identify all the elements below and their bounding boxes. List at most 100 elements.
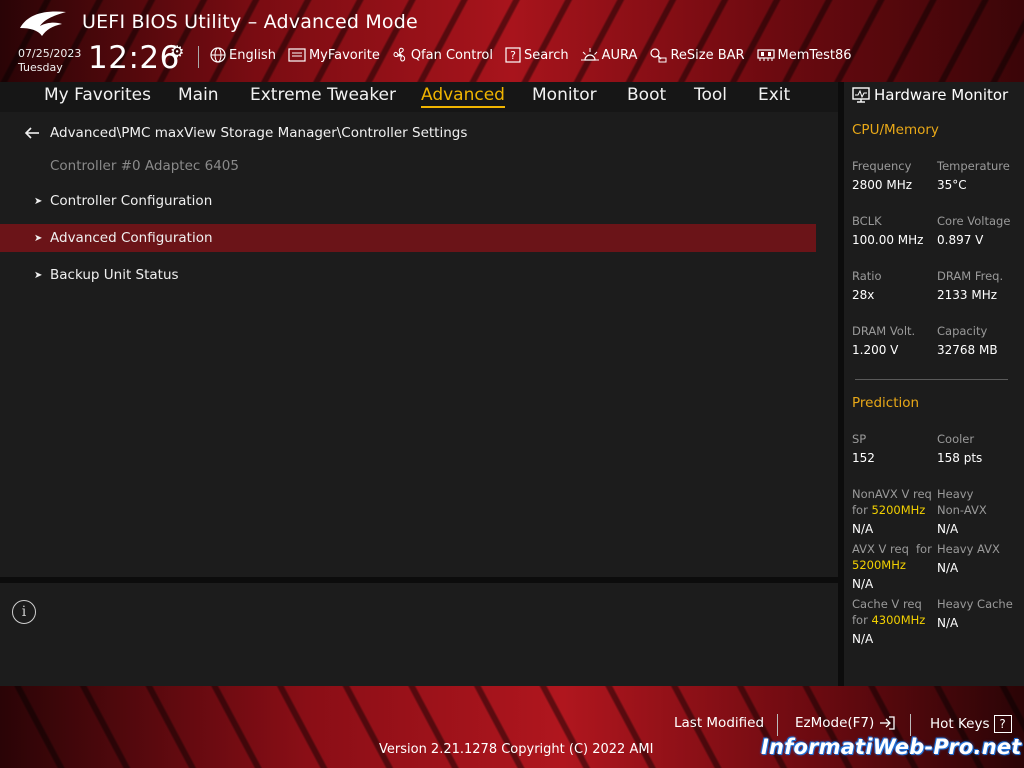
temperature-value: 35°C (937, 178, 967, 192)
dram-freq-value: 2133 MHz (937, 288, 998, 302)
heavy-nonavx-value: N/A (937, 522, 959, 536)
nonavx-label-a: NonAVX V req (852, 487, 932, 501)
heavy-nonavx-label-a: Heavy (937, 487, 974, 501)
fan-icon (393, 47, 405, 62)
exit-to-ezmode-icon (880, 716, 895, 730)
nonavx-value: N/A (852, 522, 874, 536)
info-icon: i (12, 600, 36, 624)
tab-boot[interactable]: Boot (627, 85, 666, 105)
tab-advanced[interactable]: Advanced (421, 85, 505, 108)
nonavx-freq: 5200MHz (871, 503, 926, 517)
heavy-cache-label: Heavy Cache (937, 597, 1013, 611)
heavy-avx-label: Heavy AVX (937, 542, 1000, 556)
cache-label-a: Cache V req (852, 597, 922, 611)
heavy-avx-value: N/A (937, 561, 959, 575)
avx-label-b: for (916, 542, 932, 556)
language-button[interactable]: English (210, 47, 276, 63)
main-panel: Advanced\PMC maxView Storage Manager\Con… (0, 112, 838, 577)
tab-my-favorites[interactable]: My Favorites (44, 85, 151, 105)
dram-volt-value: 1.200 V (852, 343, 899, 357)
hot-keys-help-icon: ? (993, 715, 1012, 733)
version-text: Version 2.21.1278 Copyright (C) 2022 AMI (379, 742, 654, 757)
advanced-configuration-item[interactable]: ➤ Advanced Configuration (0, 224, 816, 252)
controller-configuration-label: Controller Configuration (50, 193, 213, 209)
cache-label: Cache V req for 4300MHz (852, 596, 937, 628)
core-voltage-value: 0.897 V (937, 233, 984, 247)
main-menu-bar: My Favorites Main Extreme Tweaker Advanc… (0, 82, 838, 112)
hot-keys-label: Hot Keys (930, 716, 990, 732)
aura-button[interactable]: AURA (580, 47, 638, 63)
submenu-arrow-icon: ➤ (34, 269, 43, 281)
last-modified-button[interactable]: Last Modified (674, 715, 764, 731)
ezmode-label: EzMode(F7) (795, 715, 875, 731)
prediction-heading: Prediction (852, 395, 920, 411)
ezmode-button[interactable]: EzMode(F7) (795, 715, 896, 731)
nonavx-label-b: for (852, 503, 868, 517)
memtest86-button[interactable]: MemTest86 (756, 47, 852, 63)
ratio-label: Ratio (852, 269, 882, 283)
app-title: UEFI BIOS Utility – Advanced Mode (82, 11, 418, 33)
date-display: 07/25/2023 Tuesday (18, 47, 81, 75)
cooler-value: 158 pts (937, 451, 983, 465)
frequency-label: Frequency (852, 159, 912, 173)
core-voltage-label: Core Voltage (937, 214, 1011, 228)
header-divider (198, 46, 199, 68)
ratio-value: 28x (852, 288, 875, 302)
breadcrumb-path: Advanced\PMC maxView Storage Manager\Con… (50, 125, 468, 141)
dram-volt-label: DRAM Volt. (852, 324, 916, 338)
resize-bar-button[interactable]: ReSize BAR (649, 47, 745, 63)
controller-subtitle: Controller #0 Adaptec 6405 (50, 158, 239, 174)
search-help-icon: ? (505, 47, 521, 63)
controller-configuration-item[interactable]: ➤ Controller Configuration (0, 187, 816, 215)
myfavorite-button[interactable]: MyFavorite (288, 47, 380, 63)
tab-exit[interactable]: Exit (758, 85, 790, 105)
avx-label-a: AVX V req (852, 542, 909, 556)
cache-label-b: for (852, 613, 868, 627)
hardware-monitor-title: Hardware Monitor (852, 86, 1008, 104)
last-modified-label: Last Modified (674, 715, 765, 731)
sp-value: 152 (852, 451, 875, 465)
svg-text:?: ? (510, 49, 516, 62)
qfan-control-button[interactable]: Qfan Control (392, 47, 493, 63)
help-info-panel: i (0, 583, 838, 686)
cache-freq: 4300MHz (871, 613, 926, 627)
aura-label: AURA (601, 47, 638, 63)
backup-unit-status-item[interactable]: ➤ Backup Unit Status (0, 261, 816, 289)
favorite-icon (288, 48, 306, 62)
resize-bar-icon (650, 48, 667, 63)
heavy-nonavx-label: Heavy Non-AVX (937, 486, 987, 518)
backup-unit-status-label: Backup Unit Status (50, 267, 179, 283)
frequency-value: 2800 MHz (852, 178, 913, 192)
resize-bar-label: ReSize BAR (670, 47, 745, 63)
tab-tool[interactable]: Tool (694, 85, 727, 105)
avx-freq: 5200MHz (852, 558, 906, 572)
clock-settings-gear-icon[interactable]: ⚙ (170, 42, 184, 61)
search-button[interactable]: ? Search (505, 47, 569, 63)
breadcrumb: Advanced\PMC maxView Storage Manager\Con… (24, 125, 467, 141)
hardware-monitor-panel: Hardware Monitor CPU/Memory Frequency 28… (844, 82, 1024, 686)
heavy-nonavx-label-b: Non-AVX (937, 503, 987, 517)
sp-label: SP (852, 432, 867, 446)
language-label: English (229, 47, 276, 63)
tab-main[interactable]: Main (178, 85, 219, 105)
footer-divider (910, 714, 911, 736)
aura-icon (580, 48, 599, 61)
qfan-control-label: Qfan Control (410, 47, 493, 63)
avx-value: N/A (852, 577, 874, 591)
rog-logo-icon (20, 11, 66, 36)
cache-value: N/A (852, 632, 874, 646)
tab-extreme-tweaker[interactable]: Extreme Tweaker (250, 85, 396, 105)
submenu-arrow-icon: ➤ (34, 195, 43, 207)
tab-monitor[interactable]: Monitor (532, 85, 597, 105)
search-label: Search (523, 47, 569, 63)
bclk-value: 100.00 MHz (852, 233, 924, 247)
monitor-icon (852, 87, 870, 103)
back-arrow-icon[interactable] (24, 127, 40, 139)
watermark: InformatiWeb-Pro.net (761, 735, 1022, 759)
advanced-configuration-label: Advanced Configuration (50, 230, 213, 246)
capacity-value: 32768 MB (937, 343, 998, 357)
hot-keys-button[interactable]: Hot Keys ? (930, 715, 1012, 733)
capacity-label: Capacity (937, 324, 988, 338)
hardware-monitor-title-text: Hardware Monitor (874, 86, 1009, 104)
memtest-icon (756, 49, 775, 61)
